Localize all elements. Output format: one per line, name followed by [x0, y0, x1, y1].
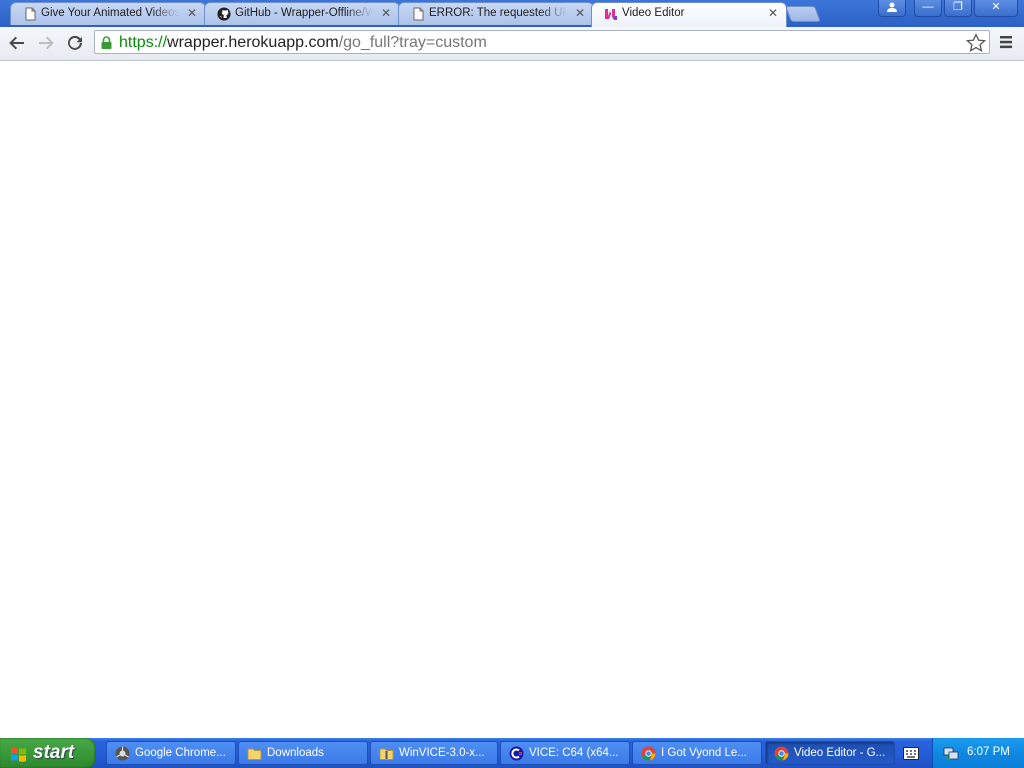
start-label: start — [33, 742, 75, 763]
bookmark-star-icon[interactable] — [965, 32, 987, 54]
address-bar[interactable]: https://wrapper.herokuapp.com/go_full?tr… — [94, 30, 990, 54]
window-controls: — ❐ ✕ — [878, 0, 1018, 18]
folder-icon — [247, 748, 262, 760]
taskbar-item-google-chrome[interactable]: Google Chrome... — [106, 741, 236, 765]
taskbar-item-vice-c64[interactable]: VICE: C64 (x64... — [500, 741, 630, 765]
system-tray: 6:07 PM — [932, 738, 1024, 768]
menu-icon[interactable] — [998, 34, 1014, 50]
tab-title: GitHub - Wrapper-Offline/Wr — [235, 7, 373, 19]
new-tab-button[interactable] — [785, 6, 821, 22]
chrome-dev-icon — [115, 746, 130, 761]
lock-icon — [101, 36, 112, 49]
wrapper-logo-icon — [605, 9, 617, 20]
url-host: wrapper.herokuapp.com — [167, 34, 339, 51]
taskbar-item-winvice[interactable]: WinVICE-3.0-x... — [370, 741, 498, 765]
page-content — [0, 61, 1024, 738]
windows-taskbar: start Google Chrome... Downloads WinVICE… — [0, 738, 1024, 768]
close-window-button[interactable]: ✕ — [974, 0, 1018, 17]
page-icon — [413, 7, 424, 21]
taskbar-item-downloads[interactable]: Downloads — [238, 741, 368, 765]
tab-github-wrapper-offline[interactable]: GitHub - Wrapper-Offline/Wr ✕ — [204, 2, 400, 25]
browser-tab-strip: Give Your Animated Videos th ✕ GitHub - … — [0, 0, 1024, 27]
tab-title: ERROR: The requested URL — [429, 7, 567, 19]
taskbar-item-label: Google Chrome... — [135, 747, 226, 759]
close-icon[interactable]: ✕ — [381, 6, 391, 20]
page-icon — [25, 7, 36, 21]
profile-button[interactable] — [878, 0, 906, 17]
url-scheme: https:// — [119, 34, 168, 51]
taskbar-item-label: WinVICE-3.0-x... — [399, 747, 485, 759]
forward-button[interactable] — [34, 32, 58, 54]
network-icon[interactable] — [943, 745, 959, 761]
user-icon — [887, 2, 897, 12]
taskbar-item-i-got-vyond[interactable]: I Got Vyond Le... — [632, 741, 762, 765]
tab-error-requested-url[interactable]: ERROR: The requested URL ✕ — [398, 2, 594, 25]
arrow-right-icon — [39, 36, 54, 50]
browser-toolbar: https://wrapper.herokuapp.com/go_full?tr… — [0, 27, 1024, 61]
restore-button[interactable]: ❐ — [944, 0, 972, 17]
github-icon — [217, 7, 231, 21]
reload-button[interactable] — [63, 32, 87, 54]
tab-give-your-animated-videos[interactable]: Give Your Animated Videos th ✕ — [10, 2, 206, 25]
url-path: /go_full?tray=custom — [338, 34, 487, 51]
taskbar-clock: 6:07 PM — [967, 746, 1010, 758]
chrome-icon — [641, 746, 656, 761]
tab-title: Give Your Animated Videos th — [41, 7, 179, 19]
close-icon[interactable]: ✕ — [187, 6, 197, 20]
chrome-icon — [774, 746, 789, 761]
taskbar-item-video-editor[interactable]: Video Editor - G... — [765, 741, 895, 765]
back-button[interactable] — [5, 32, 29, 54]
close-icon[interactable]: ✕ — [575, 6, 585, 20]
minimize-button[interactable]: — — [914, 0, 942, 17]
start-button[interactable]: start — [0, 738, 96, 768]
tab-title: Video Editor — [622, 7, 685, 19]
close-icon[interactable]: ✕ — [768, 6, 778, 20]
windows-flag-icon — [11, 747, 26, 762]
zip-folder-icon — [379, 748, 394, 760]
vice-icon — [509, 746, 524, 761]
taskbar-item-label: Downloads — [267, 747, 324, 759]
tab-video-editor[interactable]: Video Editor ✕ — [591, 2, 787, 27]
reload-icon — [68, 35, 82, 50]
taskbar-item-label: Video Editor - G... — [794, 747, 886, 759]
url-text: https://wrapper.herokuapp.com/go_full?tr… — [119, 33, 487, 53]
taskbar-item-label: I Got Vyond Le... — [661, 747, 747, 759]
arrow-left-icon — [9, 36, 24, 50]
keyboard-icon[interactable] — [903, 747, 919, 760]
taskbar-item-label: VICE: C64 (x64... — [529, 747, 619, 759]
